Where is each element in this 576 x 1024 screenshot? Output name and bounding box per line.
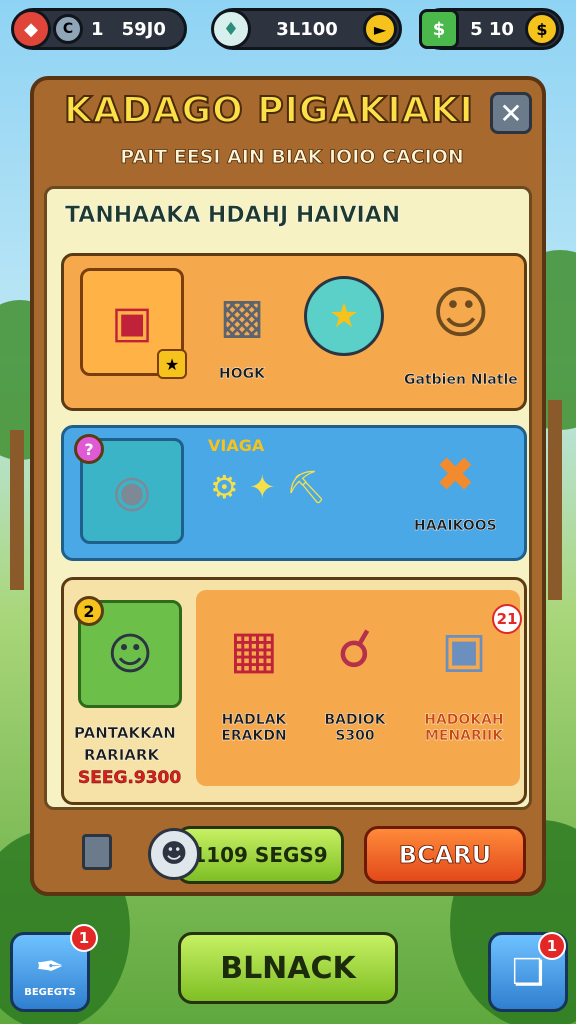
parts-sparkle-icon: ⚙ ✦ ⛏ [210,468,327,506]
reward-slot-chest[interactable]: ▣ ★ [80,268,187,379]
close-button[interactable]: ✕ [490,92,532,134]
basket-label-2: ERAKDN [221,728,287,744]
reward-slot-propeller[interactable]: ✖ HAAIKOOS [414,440,497,534]
hud-right-add-button[interactable]: $ [525,12,559,46]
food-label-2: MENARIIK [424,728,504,744]
small-gift-icon: ★ [157,349,187,379]
hud-mid-value: 3L100 [276,18,338,40]
action-label: BCARU [398,841,492,870]
dialog-title: KADAGO PIGAKIAKI [63,89,474,132]
hud-left-value: 1 [91,18,104,40]
propeller-label: HAAIKOOS [414,518,497,534]
main-back-button[interactable]: BLNACK [178,932,398,1004]
bag-label-1: BADIOK [324,712,386,728]
action-button[interactable]: BCARU [364,826,526,884]
level-badge: 2 [74,596,104,626]
left-notif-badge: 1 [70,924,98,952]
close-icon: ✕ [499,96,523,130]
reward-card-1[interactable]: ▣ ★ ▩ HOGK ★ ☺ Gatbien Nlatle [61,253,527,411]
bag-label-2: S300 [335,728,375,744]
robot-icon: ☻ [148,828,200,880]
propeller-icon: ✖ [435,447,476,503]
hud-currency-mid: ♦ 3L100 ► [211,8,402,50]
toolbox-label: HOGK [219,366,265,382]
character-label: Gatbien Nlatle [404,372,518,388]
dialog-footer: 1109 SEGS9 ☻ BCARU [44,820,532,886]
bag-icon: ☌ [337,620,373,680]
reward-slot-badge[interactable]: ★ [304,276,384,356]
character-icon: ☺ [431,280,491,346]
main-button-label: BLNACK [220,950,356,986]
toolbox-icon: ▩ [219,288,265,344]
basket-icon: ▦ [229,620,279,680]
price-label: SEEG.9300 [78,768,182,788]
cash-icon: $ [419,9,459,49]
reward-slot-bag[interactable]: ☌ BADIOK S300 [310,610,400,744]
timer-label: 1109 SEGS9 [192,843,328,867]
card2-header: VIAGA [208,436,265,455]
gem-bag-icon: ♦ [211,9,251,49]
corner-count-badge: 21 [492,604,522,634]
food-label-1: HADOKAH [424,712,504,728]
reward-slot-basket[interactable]: ▦ HADLAK ERAKDN [204,610,304,744]
treasure-chest-icon: ▣ ★ [80,268,187,379]
section-title: TANHAAKA HDAHJ HAIVIAN [65,203,401,229]
gear-badge-icon: ★ [304,276,384,356]
basket-label-1: HADLAK [221,712,287,728]
reward-slot-toolbox[interactable]: ▩ HOGK [202,276,282,382]
dialog-subtitle: PAIT EESI AIN BIAK IOIO CACION [120,146,464,169]
feather-icon: ✒ [35,946,65,987]
question-badge: ? [74,434,104,464]
left-menu-label: BEGEGTS [24,986,76,998]
reward-slot-character[interactable]: ☺ Gatbien Nlatle [404,268,518,389]
red-gem-icon: ◆ [11,9,51,49]
side-pipe-icon [82,834,112,870]
hud-mid-add-button[interactable]: ► [363,12,397,46]
hud-left-amount: 59J0 [121,18,166,40]
lead-label-1: PANTAKKAN [74,724,176,742]
reward-dialog: KADAGO PIGAKIAKI ✕ PAIT EESI AIN BIAK IO… [30,76,546,896]
reward-card-3[interactable]: 2 ☺ PANTAKKAN RARIARK SEEG.9300 ▦ HADLAK… [61,577,527,805]
cards-icon: ❏ [511,951,545,993]
dialog-content: TANHAAKA HDAHJ HAIVIAN ▣ ★ ▩ HOGK ★ ☺ Ga… [44,186,532,810]
lead-label-2: RARIARK [84,746,160,764]
reward-card-2[interactable]: ? ◉ VIAGA ⚙ ✦ ⛏ ✖ HAAIKOOS [61,425,527,561]
right-notif-badge: 1 [538,932,566,960]
hud-currency-left: ◆ C 1 59J0 [11,8,187,50]
hud-right-value: 5 10 [470,18,514,40]
hud-currency-right: $ 5 10 $ [419,8,564,50]
timer-button[interactable]: 1109 SEGS9 [176,826,344,884]
coin-c-icon: C [53,14,83,44]
